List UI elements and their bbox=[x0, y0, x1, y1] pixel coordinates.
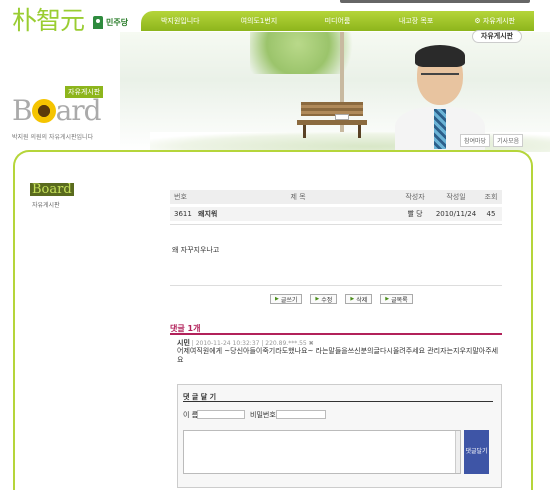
comment-text: 어제여직원에게 ~당신아들이죽기라도했나요~ 라는말들을쓰신분의글다시올려주세요… bbox=[177, 347, 499, 364]
board-shortcut-button[interactable]: 자유게시판 bbox=[472, 30, 522, 43]
table-header: 번호 제 목 작성자 작성일 조회 bbox=[170, 190, 502, 204]
hero-links: 참여마당 기사모음 bbox=[460, 134, 524, 147]
delete-button[interactable]: ▶ 삭제 bbox=[345, 294, 373, 304]
cell-author: 빨 당 bbox=[407, 210, 423, 218]
cell-number: 3611 bbox=[174, 210, 192, 218]
bench-leg bbox=[303, 125, 306, 138]
col-date: 작성일 bbox=[446, 193, 466, 201]
write-button[interactable]: ▶ 글쓰기 bbox=[270, 294, 303, 304]
col-title: 제 목 bbox=[290, 193, 306, 201]
cell-views: 45 bbox=[486, 210, 496, 218]
edit-button[interactable]: ▶ 수정 bbox=[310, 294, 338, 304]
sidebar-title: Board bbox=[30, 182, 74, 197]
textarea-scrollbar[interactable] bbox=[455, 431, 460, 473]
bench-seat bbox=[297, 120, 367, 125]
divider bbox=[170, 224, 502, 225]
nav-item-board-label: 자유게시판 bbox=[482, 17, 516, 25]
list-button-label: 글목록 bbox=[391, 296, 408, 304]
password-input[interactable] bbox=[276, 410, 326, 419]
arrow-right-icon: ▶ bbox=[385, 296, 390, 302]
edit-button-label: 수정 bbox=[321, 296, 333, 304]
bench-back bbox=[301, 102, 363, 116]
party-name: 민주당 bbox=[106, 18, 129, 27]
name-label: 이 름 bbox=[183, 411, 199, 419]
party-logo[interactable]: 민주당 bbox=[93, 16, 128, 29]
action-buttons: ▶ 글쓰기 ▶ 수정 ▶ 삭제 ▶ 글목록 bbox=[270, 294, 413, 304]
nav-item-yeouido[interactable]: 여의도1번지 bbox=[220, 16, 299, 26]
nav-item-intro[interactable]: 박지원입니다 bbox=[141, 16, 220, 26]
divider bbox=[170, 285, 502, 286]
party-mark-icon bbox=[93, 16, 103, 29]
gear-icon: ⚙ bbox=[474, 17, 481, 25]
site-logo[interactable]: 朴智元 bbox=[12, 7, 85, 35]
list-button[interactable]: ▶ 글목록 bbox=[380, 294, 413, 304]
arrow-right-icon: ▶ bbox=[315, 296, 320, 302]
board-title-rest: ard bbox=[55, 94, 102, 127]
name-input[interactable] bbox=[197, 410, 245, 419]
nav-item-media[interactable]: 미디어룸 bbox=[298, 16, 377, 26]
nav-item-mokpo[interactable]: 내고장 목포 bbox=[377, 16, 456, 26]
col-author: 작성자 bbox=[405, 193, 425, 201]
post-content: 왜 자꾸지우나고 bbox=[172, 246, 220, 254]
photo-hair bbox=[415, 45, 465, 67]
password-label: 비밀번호 bbox=[250, 411, 276, 419]
sunflower-icon bbox=[31, 99, 56, 123]
write-button-label: 글쓰기 bbox=[280, 296, 298, 304]
comment-textarea[interactable] bbox=[183, 430, 461, 474]
table-row: 3611 왜지워 빨 당 2010/11/24 45 bbox=[170, 207, 502, 221]
bench-leg bbox=[358, 125, 361, 138]
comment-form-divider bbox=[183, 401, 493, 402]
cell-date: 2010/11/24 bbox=[435, 210, 477, 218]
participation-link[interactable]: 참여마당 bbox=[460, 134, 491, 147]
nav-item-board[interactable]: ⚙ 자유게시판 bbox=[455, 16, 534, 26]
board-big-title: Bard bbox=[12, 94, 102, 127]
tree-foliage bbox=[250, 32, 370, 74]
arrow-right-icon: ▶ bbox=[350, 296, 355, 302]
top-bar-line bbox=[340, 0, 530, 3]
board-title-b: B bbox=[12, 94, 33, 127]
cell-title: 왜지워 bbox=[198, 210, 218, 218]
comment-author: 시민 bbox=[177, 339, 190, 347]
submit-comment-button[interactable]: 댓글달기 bbox=[464, 430, 489, 474]
col-number: 번호 bbox=[174, 193, 187, 201]
arrow-right-icon: ▶ bbox=[275, 296, 279, 302]
bench-illustration bbox=[297, 100, 367, 140]
main-nav: 박지원입니다 여의도1번지 미디어룸 내고장 목포 ⚙ 자유게시판 bbox=[141, 11, 534, 31]
comments-divider bbox=[170, 333, 502, 335]
photo-tie bbox=[434, 109, 446, 149]
articles-link[interactable]: 기사모음 bbox=[493, 134, 524, 147]
photo-glasses bbox=[421, 73, 459, 82]
delete-button-label: 삭제 bbox=[356, 296, 368, 304]
delete-comment-icon[interactable]: ✖ bbox=[309, 340, 314, 347]
board-subtitle: 박지원 의원의 자유게시판입니다 bbox=[12, 134, 94, 141]
comment-date-ip: 2010-11-24 10:32:37 | 220.89.***.55 bbox=[195, 340, 307, 347]
sidebar-item-free-board[interactable]: 자유게시판 bbox=[32, 200, 60, 209]
col-views: 조회 bbox=[484, 193, 498, 201]
